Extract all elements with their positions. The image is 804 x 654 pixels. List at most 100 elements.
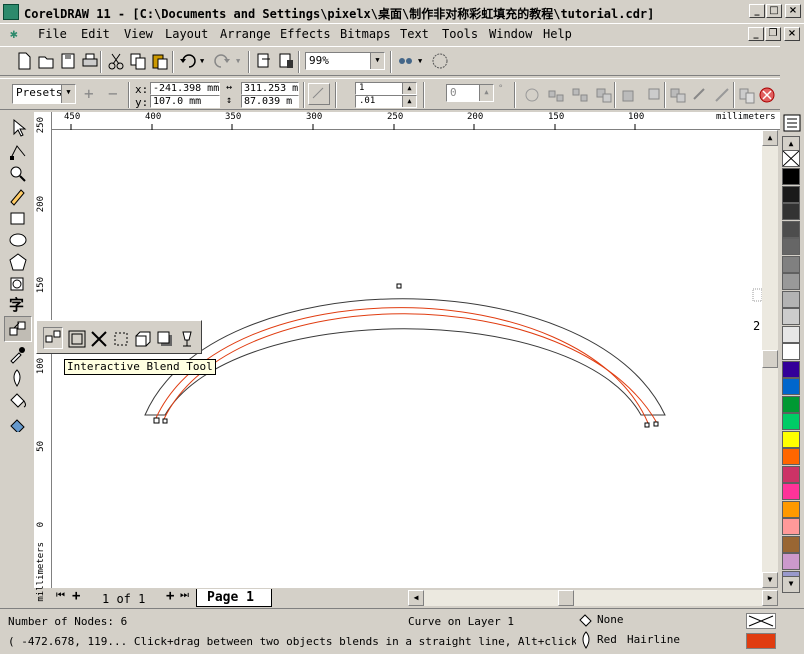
more-blend-options-icon[interactable] <box>668 85 688 105</box>
palette-scroll-down[interactable]: ▼ <box>782 576 800 593</box>
color-swatch[interactable] <box>782 518 800 535</box>
color-swatch[interactable] <box>782 413 800 430</box>
blend-spacing-field[interactable]: .01 ▲ <box>355 95 417 108</box>
paste-icon[interactable] <box>150 51 170 71</box>
open-icon[interactable] <box>36 51 56 71</box>
node-handle[interactable] <box>153 417 160 424</box>
scroll-up-button[interactable]: ▲ <box>762 130 778 146</box>
path-properties-icon[interactable] <box>644 85 664 105</box>
color-acceleration-icon[interactable] <box>570 85 590 105</box>
clear-blend-icon[interactable] <box>712 85 732 105</box>
color-swatch[interactable] <box>782 483 800 500</box>
undo-dropdown-icon[interactable]: ▼ <box>200 57 204 65</box>
color-swatch[interactable] <box>782 325 800 343</box>
interactive-drop-shadow-tool-icon[interactable] <box>155 329 175 349</box>
color-swatch[interactable] <box>782 238 800 255</box>
minimize-button[interactable]: _ <box>749 4 765 18</box>
menu-edit[interactable]: Edit <box>81 27 110 41</box>
y-position-field[interactable]: 107.0 mm <box>150 95 220 108</box>
red-arch-curve-1[interactable] <box>155 307 649 424</box>
menu-window[interactable]: Window <box>489 27 532 41</box>
lock-ratio-button[interactable] <box>308 83 330 105</box>
outline-color-swatch[interactable] <box>746 633 776 649</box>
interactive-distortion-tool-icon[interactable] <box>89 329 109 349</box>
shape-tool-icon[interactable] <box>7 142 29 162</box>
clear-blend-circle-icon[interactable] <box>757 85 777 105</box>
color-swatch[interactable] <box>782 500 800 518</box>
width-field[interactable]: 311.253 m <box>241 82 299 95</box>
color-swatch[interactable] <box>782 168 800 185</box>
add-preset-icon[interactable]: + <box>84 84 94 103</box>
x-position-field[interactable]: -241.398 mm <box>150 82 220 95</box>
fill-tool-icon[interactable] <box>7 390 29 410</box>
menu-help[interactable]: Help <box>543 27 572 41</box>
scroll-left-button[interactable]: ◀ <box>408 590 424 606</box>
menu-view[interactable]: View <box>124 27 153 41</box>
copy-blend-icon[interactable] <box>690 85 710 105</box>
color-swatch[interactable] <box>782 185 800 203</box>
coreldraw-app-icon[interactable] <box>3 4 19 20</box>
interactive-fill-tool-icon[interactable] <box>7 412 29 432</box>
interactive-envelope-tool-icon[interactable] <box>111 329 131 349</box>
basic-shapes-tool-icon[interactable] <box>7 274 29 294</box>
scroll-right-button[interactable]: ▶ <box>762 590 778 606</box>
color-swatch[interactable] <box>782 343 800 360</box>
pick-tool-icon[interactable] <box>7 118 29 138</box>
polygon-tool-icon[interactable] <box>7 252 29 272</box>
interactive-extrude-tool-icon[interactable] <box>133 329 153 349</box>
menu-bitmaps[interactable]: Bitmaps <box>340 27 391 41</box>
new-document-icon[interactable] <box>14 51 34 71</box>
blend-tool-button[interactable] <box>43 327 63 349</box>
eyedropper-tool-icon[interactable] <box>7 344 29 364</box>
redo-icon[interactable] <box>212 51 232 71</box>
color-swatch[interactable] <box>782 290 800 308</box>
zoom-level-select[interactable]: 99% ▼ <box>305 52 385 70</box>
text-tool-icon[interactable]: 字 <box>9 294 24 315</box>
palette-flyout-icon[interactable] <box>783 114 801 132</box>
color-swatch[interactable] <box>782 430 800 448</box>
doc-minimize-button[interactable]: _ <box>748 27 764 41</box>
horizontal-ruler[interactable]: 450 400 350 300 250 200 150 100 millimet… <box>52 112 780 130</box>
blend-steps-field[interactable]: 1 ▲ <box>355 82 417 95</box>
freehand-tool-icon[interactable] <box>7 186 29 206</box>
doc-close-button[interactable]: × <box>784 27 800 41</box>
export-icon[interactable] <box>276 51 296 71</box>
color-swatch[interactable] <box>782 395 800 413</box>
blend-direction-field[interactable]: 0 ▲ <box>446 84 494 102</box>
document-icon[interactable]: ✱ <box>10 27 18 42</box>
color-swatch[interactable] <box>782 220 800 238</box>
print-icon[interactable] <box>80 51 100 71</box>
launcher-dropdown-icon[interactable]: ▼ <box>418 57 422 65</box>
last-page-icon[interactable]: ⏭ <box>180 590 189 601</box>
node-handle[interactable] <box>644 422 650 428</box>
outline-tool-icon[interactable] <box>7 368 29 388</box>
copy-icon[interactable] <box>128 51 148 71</box>
color-swatch[interactable] <box>782 308 800 325</box>
maximize-button[interactable]: □ <box>766 4 782 18</box>
ellipse-tool-icon[interactable] <box>7 230 29 250</box>
color-swatch[interactable] <box>782 273 800 290</box>
close-button[interactable]: × <box>785 4 801 18</box>
copy-properties-icon[interactable] <box>737 85 757 105</box>
menu-tools[interactable]: Tools <box>442 27 478 41</box>
interactive-tools-slot[interactable] <box>4 316 32 342</box>
menu-file[interactable]: File <box>38 27 67 41</box>
fill-color-swatch[interactable] <box>746 613 776 629</box>
application-launcher-icon[interactable] <box>396 51 416 71</box>
corel-online-icon[interactable] <box>430 51 450 71</box>
height-field[interactable]: 87.039 m <box>241 95 299 108</box>
h-scroll-thumb[interactable] <box>558 590 574 606</box>
zoom-tool-icon[interactable] <box>7 164 29 184</box>
vertical-scrollbar[interactable]: ▲ ▼ <box>762 130 778 590</box>
first-page-icon[interactable]: ⏮ <box>56 590 65 601</box>
undo-icon[interactable] <box>178 51 198 71</box>
remove-preset-icon[interactable]: − <box>108 84 118 103</box>
cut-icon[interactable] <box>106 51 126 71</box>
color-swatch[interactable] <box>782 203 800 220</box>
no-color-swatch[interactable] <box>782 150 800 167</box>
loop-blend-icon[interactable] <box>522 85 542 105</box>
redo-dropdown-icon[interactable]: ▼ <box>236 57 240 65</box>
menu-text[interactable]: Text <box>400 27 429 41</box>
doc-restore-button[interactable]: ❐ <box>765 27 781 41</box>
color-swatch[interactable] <box>782 360 800 378</box>
